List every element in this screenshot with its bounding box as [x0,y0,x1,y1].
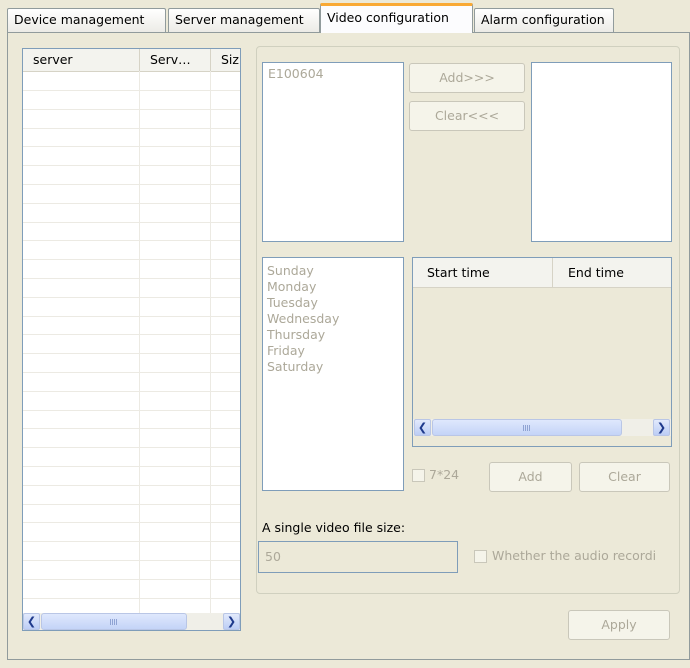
table-row-divider [23,485,240,486]
table-row-divider [23,504,240,505]
scroll-thumb[interactable] [41,613,187,630]
column-header-server[interactable]: server [23,49,140,71]
device-list[interactable]: E100604 [262,62,404,242]
server-table-header: server Serv… Siz [23,49,240,72]
table-row-divider [23,372,240,373]
add-device-button[interactable]: Add>>> [409,63,525,93]
apply-button[interactable]: Apply [568,610,670,640]
table-row-divider [23,222,240,223]
file-size-input[interactable]: 50 [258,541,458,573]
day-item[interactable]: Saturday [263,359,403,375]
table-row-divider [23,522,240,523]
column-header-start-time[interactable]: Start time [413,258,553,288]
column-header-size[interactable]: Siz [211,49,240,71]
table-row-divider [23,128,240,129]
table-row-divider [23,579,240,580]
scroll-left-arrow-icon[interactable]: ❮ [23,613,40,630]
table-row-divider [23,146,240,147]
clear-time-button[interactable]: Clear [579,462,670,492]
file-size-label: A single video file size: [262,520,406,535]
day-item[interactable]: Wednesday [263,311,403,327]
day-item[interactable]: Sunday [263,263,403,279]
column-header-end-time[interactable]: End time [553,258,671,288]
server-table-hscrollbar[interactable]: ❮ ❯ [23,613,240,630]
add-time-button[interactable]: Add [489,462,572,492]
tab-server-management[interactable]: Server management [168,8,320,32]
table-row-divider [23,259,240,260]
scroll-grip-icon [523,425,531,431]
audio-record-label: Whether the audio recordi [492,548,657,563]
table-row-divider [23,353,240,354]
scroll-thumb[interactable] [432,419,622,436]
day-item[interactable]: Tuesday [263,295,403,311]
server-table[interactable]: server Serv… Siz ❮ ❯ [22,48,241,631]
table-row-divider [23,466,240,467]
table-row-divider [23,109,240,110]
table-row-divider [23,334,240,335]
table-row-divider [23,165,240,166]
tab-alarm-configuration[interactable]: Alarm configuration [474,8,614,32]
table-row-divider [23,391,240,392]
checkbox-7x24[interactable] [412,469,425,482]
day-item[interactable]: Monday [263,279,403,295]
days-list[interactable]: Sunday Monday Tuesday Wednesday Thursday… [262,257,404,491]
table-row-divider [23,203,240,204]
table-row-divider [23,184,240,185]
checkbox-7x24-label: 7*24 [429,467,460,482]
scroll-grip-icon [110,619,118,625]
time-table[interactable]: Start time End time ❮ ❯ [412,257,672,447]
tab-device-management[interactable]: Device management [7,8,166,32]
time-table-header: Start time End time [413,258,671,288]
clear-device-button[interactable]: Clear<<< [409,101,525,131]
table-row-divider [23,316,240,317]
time-table-hscrollbar[interactable]: ❮ ❯ [413,419,671,436]
table-row-divider [23,447,240,448]
table-row-divider [23,240,240,241]
scroll-right-arrow-icon[interactable]: ❯ [653,419,670,436]
table-row-divider [23,278,240,279]
column-divider [210,71,211,614]
table-row-divider [23,541,240,542]
day-item[interactable]: Thursday [263,327,403,343]
scroll-right-arrow-icon[interactable]: ❯ [223,613,240,630]
table-row-divider [23,410,240,411]
table-row-divider [23,297,240,298]
table-row-divider [23,90,240,91]
column-divider [139,71,140,614]
audio-record-checkbox[interactable] [474,550,487,563]
tab-video-configuration[interactable]: Video configuration [320,3,473,33]
table-row-divider [23,560,240,561]
column-header-serv[interactable]: Serv… [140,49,211,71]
device-list-item[interactable]: E100604 [263,63,403,82]
scroll-left-arrow-icon[interactable]: ❮ [414,419,431,436]
selected-device-list[interactable] [531,62,672,242]
table-row-divider [23,428,240,429]
table-row-divider [23,598,240,599]
day-item[interactable]: Friday [263,343,403,359]
